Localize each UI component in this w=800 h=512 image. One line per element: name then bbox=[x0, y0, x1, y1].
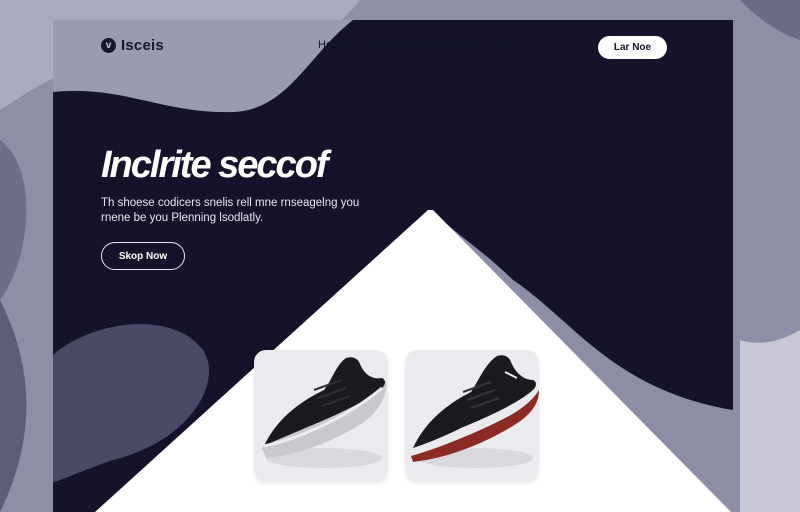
main-nav-pelicss-wrap: Pelicss bbox=[441, 39, 476, 51]
shop-now-button[interactable]: Skop Now bbox=[101, 242, 185, 270]
product-card-2[interactable] bbox=[405, 350, 539, 482]
main-nav-dropdown-wrap: Ccidoment ▼ bbox=[365, 39, 429, 51]
hero-title: Inclrite seccof bbox=[101, 144, 329, 186]
main-nav: Home bbox=[318, 39, 347, 51]
hero-subtitle: Th shoese codicers snelis rell mne rnsea… bbox=[101, 197, 360, 224]
main-nav-pelloct-wrap: Pelloct bbox=[488, 39, 521, 51]
nav-ccidoment[interactable]: Ccidoment ▼ bbox=[365, 39, 429, 51]
chevron-down-icon: ▼ bbox=[421, 42, 429, 49]
nav-pelicss[interactable]: Pelicss bbox=[441, 39, 476, 51]
nav-pelloct[interactable]: Pelloct bbox=[488, 39, 521, 51]
nav-ccidoment-label: Ccidoment bbox=[365, 39, 418, 51]
header-cta-button[interactable]: Lar Noe bbox=[598, 36, 667, 59]
brand-name: Isceis bbox=[121, 37, 164, 54]
logo-mark-icon: v bbox=[101, 38, 116, 53]
product-card-1[interactable] bbox=[254, 350, 388, 482]
brand-logo[interactable]: v Isceis bbox=[101, 37, 164, 54]
sneaker-icon bbox=[410, 355, 539, 468]
sneaker-icon bbox=[262, 357, 387, 468]
nav-home[interactable]: Home bbox=[318, 39, 347, 51]
landing-page-window: v Isceis Home Ccidoment ▼ Pelicss Pelloct… bbox=[53, 20, 733, 512]
